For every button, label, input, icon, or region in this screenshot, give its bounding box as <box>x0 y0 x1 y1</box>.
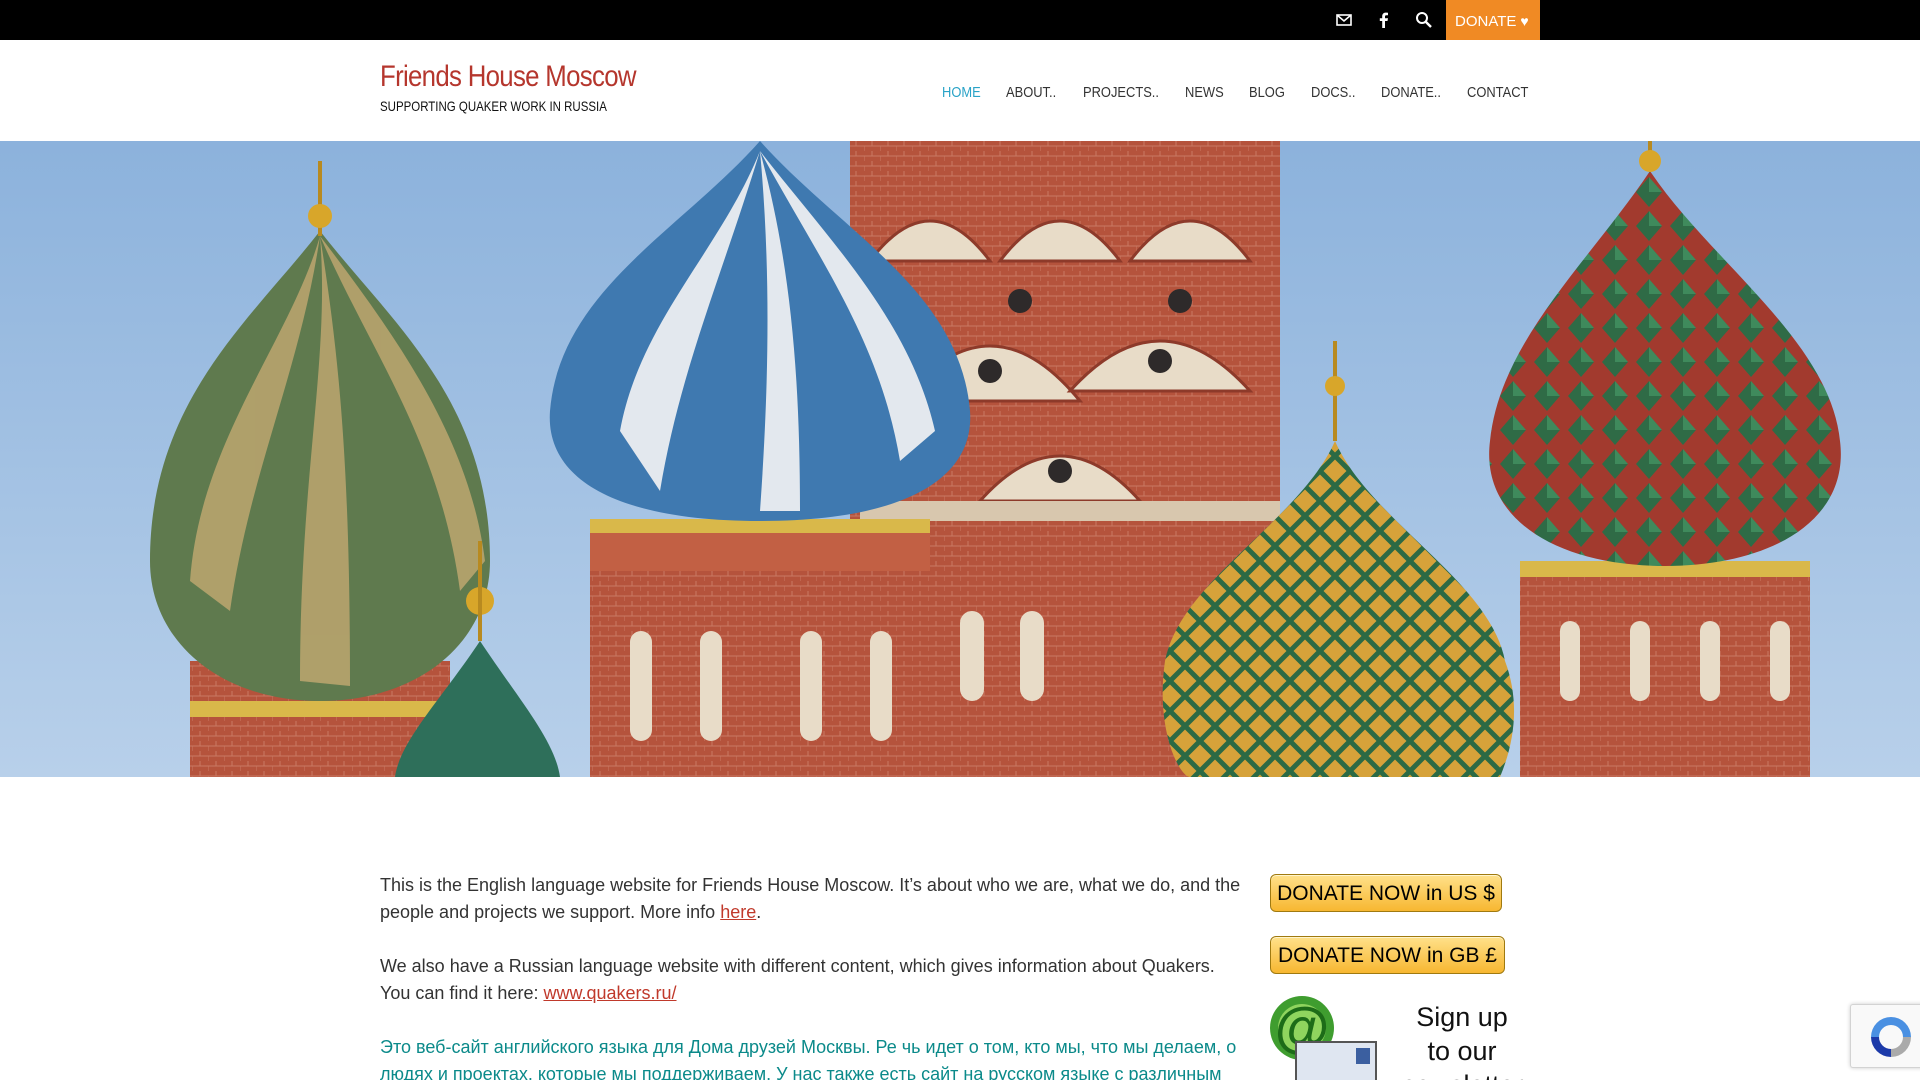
russian-paragraph: Это веб-сайт английского языка для Дома … <box>380 1037 1237 1080</box>
intro-text: This is the English language website for… <box>380 875 1241 922</box>
main-content: This is the English language website for… <box>380 872 1246 1080</box>
email-at-icon: @ <box>1270 995 1377 1080</box>
newsletter-text: Sign up to our newsletter <box>1392 1000 1526 1080</box>
intro-paragraph: This is the English language website for… <box>380 872 1246 926</box>
top-bar: DONATE ♥ <box>0 0 1920 40</box>
search-icon[interactable] <box>1414 10 1434 30</box>
heart-icon: ♥ <box>1520 13 1529 29</box>
newsletter-line-1: Sign up <box>1416 1002 1508 1032</box>
recaptcha-icon <box>1871 1017 1911 1057</box>
donate-top-button[interactable]: DONATE ♥ <box>1446 0 1540 40</box>
donate-gb-button[interactable]: DONATE NOW in GB £ <box>1270 936 1505 974</box>
hero-image <box>0 141 1920 777</box>
main-nav: HOME ABOUT.. PROJECTS.. NEWS BLOG DOCS..… <box>0 84 1920 104</box>
nav-docs[interactable]: DOCS.. <box>1311 84 1355 101</box>
donate-us-button[interactable]: DONATE NOW in US $ <box>1270 874 1502 912</box>
newsletter-line-2: to our <box>1427 1036 1497 1066</box>
nav-blog[interactable]: BLOG <box>1249 84 1285 101</box>
nav-home[interactable]: HOME <box>942 84 981 101</box>
nav-about[interactable]: ABOUT.. <box>1006 84 1056 101</box>
more-info-link[interactable]: here <box>720 902 756 922</box>
russian-site-text: We also have a Russian language website … <box>380 956 1215 1003</box>
nav-news[interactable]: NEWS <box>1185 84 1224 101</box>
nav-donate[interactable]: DONATE.. <box>1381 84 1441 101</box>
russian-site-paragraph: We also have a Russian language website … <box>380 953 1246 1007</box>
facebook-icon[interactable] <box>1374 10 1394 30</box>
intro-end: . <box>756 902 762 922</box>
newsletter-line-3: newsletter <box>1392 1068 1526 1080</box>
recaptcha-badge[interactable] <box>1850 1004 1920 1068</box>
nav-projects[interactable]: PROJECTS.. <box>1083 84 1159 101</box>
quakers-ru-link[interactable]: www.quakers.ru/ <box>543 983 676 1003</box>
newsletter-signup-banner[interactable]: @ Sign up to our newsletter <box>1266 990 1526 1080</box>
donate-top-label: DONATE <box>1455 13 1517 30</box>
mail-icon[interactable] <box>1334 10 1354 30</box>
nav-contact[interactable]: CONTACT <box>1467 84 1528 101</box>
